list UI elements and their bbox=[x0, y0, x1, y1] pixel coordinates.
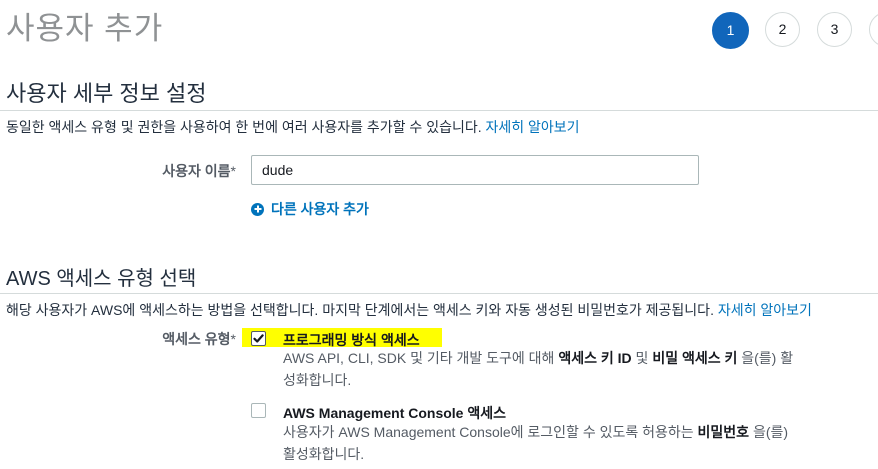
username-input[interactable] bbox=[251, 155, 699, 185]
desc-text: 및 bbox=[631, 350, 653, 366]
username-label-text: 사용자 이름 bbox=[162, 163, 231, 179]
programmatic-access-description: AWS API, CLI, SDK 및 기타 개발 도구에 대해 액세스 키 I… bbox=[283, 347, 843, 391]
step-4-button[interactable] bbox=[869, 12, 878, 47]
check-icon bbox=[253, 334, 264, 343]
console-access-label[interactable]: AWS Management Console 액세스 bbox=[283, 403, 506, 423]
required-mark: * bbox=[230, 163, 236, 179]
page-title: 사용자 추가 bbox=[6, 11, 164, 46]
desc-text: 을(를) 활 bbox=[737, 350, 794, 366]
access-divider bbox=[0, 293, 878, 294]
add-another-user-button[interactable]: 다른 사용자 추가 bbox=[251, 199, 369, 219]
step-2-button[interactable]: 2 bbox=[765, 12, 800, 47]
desc-bold: 비밀번호 bbox=[697, 424, 750, 440]
access-learn-more-link[interactable]: 자세히 알아보기 bbox=[718, 302, 812, 318]
console-access-checkbox[interactable] bbox=[251, 403, 266, 418]
details-description-text: 동일한 액세스 유형 및 권한을 사용하여 한 번에 여러 사용자를 추가할 수… bbox=[6, 119, 482, 135]
desc-text: AWS API, CLI, SDK 및 기타 개발 도구에 대해 bbox=[283, 350, 559, 366]
details-description: 동일한 액세스 유형 및 권한을 사용하여 한 번에 여러 사용자를 추가할 수… bbox=[6, 117, 580, 137]
desc-text: 성화합니다. bbox=[283, 372, 352, 388]
access-type-label-text: 액세스 유형 bbox=[162, 331, 231, 347]
access-section-title: AWS 액세스 유형 선택 bbox=[6, 268, 197, 290]
desc-bold: 액세스 키 ID bbox=[558, 350, 632, 366]
add-another-user-label: 다른 사용자 추가 bbox=[271, 201, 369, 217]
access-type-label: 액세스 유형* bbox=[150, 329, 236, 349]
username-label: 사용자 이름* bbox=[150, 161, 236, 181]
access-description-text: 해당 사용자가 AWS에 액세스하는 방법을 선택합니다. 마지막 단계에서는 … bbox=[6, 302, 714, 318]
desc-bold: 비밀 액세스 키 bbox=[652, 350, 738, 366]
details-learn-more-link[interactable]: 자세히 알아보기 bbox=[486, 119, 580, 135]
console-access-description: 사용자가 AWS Management Console에 로그인할 수 있도록 … bbox=[283, 421, 843, 465]
step-1-button[interactable]: 1 bbox=[712, 12, 749, 49]
required-mark: * bbox=[230, 331, 236, 347]
access-description: 해당 사용자가 AWS에 액세스하는 방법을 선택합니다. 마지막 단계에서는 … bbox=[6, 300, 812, 320]
details-divider bbox=[0, 110, 878, 111]
desc-text: 활성화합니다. bbox=[283, 446, 365, 462]
step-3-button[interactable]: 3 bbox=[817, 12, 852, 47]
programmatic-access-checkbox-box[interactable] bbox=[251, 331, 266, 346]
plus-circle-icon bbox=[251, 202, 264, 216]
desc-text: 사용자가 AWS Management Console에 로그인할 수 있도록 … bbox=[283, 424, 698, 440]
desc-text: 을(를) bbox=[749, 424, 789, 440]
details-section-title: 사용자 세부 정보 설정 bbox=[6, 81, 207, 106]
